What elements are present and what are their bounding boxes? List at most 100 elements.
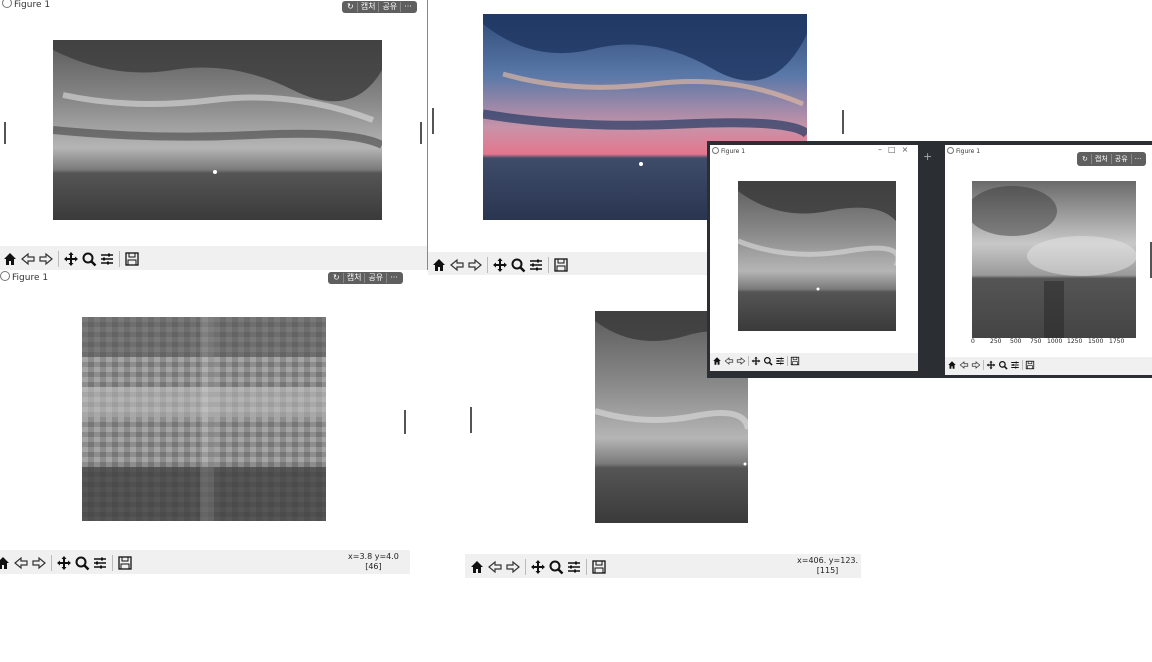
home-button[interactable] xyxy=(1,250,19,268)
zoom-button[interactable] xyxy=(997,359,1009,371)
home-icon xyxy=(471,561,483,573)
configure-subplots-button[interactable] xyxy=(98,250,116,268)
resize-handle[interactable] xyxy=(470,407,472,433)
toolbar-separator xyxy=(548,257,549,273)
configure-subplots-button[interactable] xyxy=(565,558,583,576)
window-title: Figure 1 xyxy=(712,147,745,155)
forward-button[interactable] xyxy=(37,250,55,268)
save-icon xyxy=(554,258,568,272)
figure-window-5: Figure 1 –□× xyxy=(710,145,918,371)
overlay-toolbar[interactable]: ↻ 캡처 공유 ··· xyxy=(328,272,403,284)
save-button[interactable] xyxy=(123,250,141,268)
save-button[interactable] xyxy=(590,558,608,576)
capture-button[interactable]: 캡처 xyxy=(1092,154,1112,164)
configure-subplots-button[interactable] xyxy=(1009,359,1021,371)
more-button[interactable]: ··· xyxy=(1132,154,1145,164)
zoom-button[interactable] xyxy=(80,250,98,268)
resize-handle[interactable] xyxy=(420,122,422,144)
zoom-icon xyxy=(82,252,97,267)
toolbar-separator xyxy=(487,257,488,273)
resize-handle[interactable] xyxy=(404,410,406,434)
forward-button[interactable] xyxy=(735,355,747,367)
zoom-button[interactable] xyxy=(509,256,527,274)
save-icon xyxy=(790,356,800,366)
more-button[interactable]: ··· xyxy=(387,273,401,283)
resize-handle[interactable] xyxy=(842,110,844,134)
pan-button[interactable] xyxy=(491,256,509,274)
back-button[interactable] xyxy=(723,355,735,367)
cursor-coordinates: x=406. y=123. [115] xyxy=(797,556,858,576)
forward-arrow-icon xyxy=(32,556,46,570)
back-arrow-icon xyxy=(21,252,35,266)
save-button[interactable] xyxy=(789,355,801,367)
zoom-button[interactable] xyxy=(762,355,774,367)
back-button[interactable] xyxy=(19,250,37,268)
forward-arrow-icon xyxy=(506,560,520,574)
refresh-button[interactable]: ↻ xyxy=(330,273,344,283)
x-tick-label: 0 xyxy=(971,338,975,345)
panel-add-icon[interactable]: + xyxy=(923,150,932,163)
more-button[interactable]: ··· xyxy=(401,2,415,12)
share-button[interactable]: 공유 xyxy=(365,273,388,283)
back-button[interactable] xyxy=(486,558,504,576)
configure-subplots-button[interactable] xyxy=(774,355,786,367)
resize-handle[interactable] xyxy=(4,122,6,144)
window-title: Figure 1 xyxy=(2,0,50,10)
save-icon xyxy=(1025,360,1035,370)
share-button[interactable]: 공유 xyxy=(379,2,402,12)
forward-button[interactable] xyxy=(970,359,982,371)
overlay-toolbar[interactable]: ↻ 캡처 공유 ··· xyxy=(342,1,417,13)
forward-button[interactable] xyxy=(30,554,48,572)
close-icon[interactable]: × xyxy=(902,145,915,154)
pan-icon xyxy=(986,360,996,370)
zoom-button[interactable] xyxy=(547,558,565,576)
configure-subplots-button[interactable] xyxy=(527,256,545,274)
maximize-icon[interactable]: □ xyxy=(888,145,902,154)
capture-button[interactable]: 캡처 xyxy=(344,273,366,283)
forward-button[interactable] xyxy=(504,558,522,576)
share-button[interactable]: 공유 xyxy=(1112,154,1132,164)
home-button[interactable] xyxy=(468,558,486,576)
forward-button[interactable] xyxy=(466,256,484,274)
matplotlib-logo-icon xyxy=(2,0,12,8)
zoom-button[interactable] xyxy=(73,554,91,572)
save-button[interactable] xyxy=(552,256,570,274)
configure-subplots-icon xyxy=(1011,361,1019,369)
toolbar-buttons xyxy=(430,256,570,274)
pan-button[interactable] xyxy=(62,250,80,268)
toolbar-separator xyxy=(748,356,749,366)
pan-button[interactable] xyxy=(55,554,73,572)
home-button[interactable] xyxy=(430,256,448,274)
back-button[interactable] xyxy=(448,256,466,274)
capture-button[interactable]: 캡처 xyxy=(358,2,380,12)
back-button[interactable] xyxy=(12,554,30,572)
home-button[interactable] xyxy=(946,359,958,371)
back-button[interactable] xyxy=(958,359,970,371)
toolbar-separator xyxy=(787,356,788,366)
back-arrow-icon xyxy=(450,258,464,272)
navigation-toolbar xyxy=(0,246,427,270)
configure-subplots-icon xyxy=(94,557,106,569)
configure-subplots-icon xyxy=(568,561,580,573)
figure-window-1: Figure 1 ↻ 캡처 공유 ··· xyxy=(0,0,427,270)
zoom-icon xyxy=(763,356,773,366)
refresh-button[interactable]: ↻ xyxy=(344,2,358,12)
pan-button[interactable] xyxy=(529,558,547,576)
toolbar-separator xyxy=(112,555,113,571)
home-button[interactable] xyxy=(0,554,12,572)
matplotlib-logo-icon xyxy=(0,271,10,281)
window-controls: –□× xyxy=(878,145,914,154)
home-button[interactable] xyxy=(711,355,723,367)
resize-handle[interactable] xyxy=(432,108,434,134)
back-arrow-icon xyxy=(959,361,969,369)
pan-button[interactable] xyxy=(750,355,762,367)
minimize-icon[interactable]: – xyxy=(878,145,888,154)
save-button[interactable] xyxy=(1024,359,1036,371)
pan-button[interactable] xyxy=(985,359,997,371)
configure-subplots-button[interactable] xyxy=(91,554,109,572)
refresh-button[interactable]: ↻ xyxy=(1079,154,1092,164)
overlay-toolbar[interactable]: ↻ 캡처 공유 ··· xyxy=(1077,152,1147,166)
back-arrow-icon xyxy=(724,357,734,365)
save-button[interactable] xyxy=(116,554,134,572)
zoom-icon xyxy=(549,560,564,575)
